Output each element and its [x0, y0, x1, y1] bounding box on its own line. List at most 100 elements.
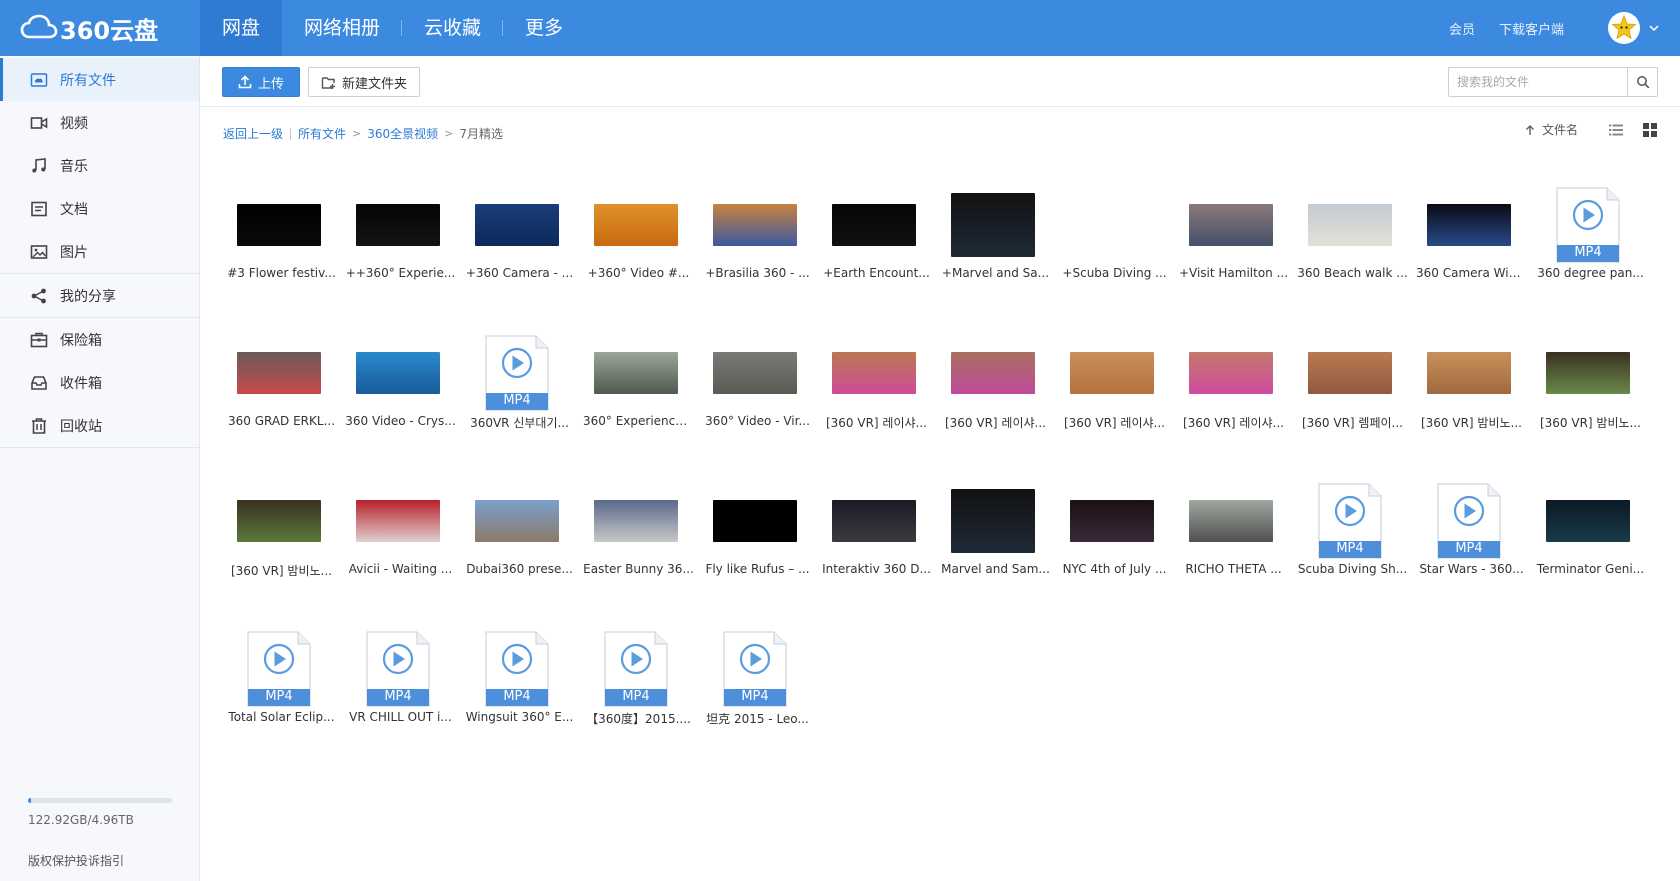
sidebar-item-music[interactable]: 音乐 — [0, 144, 199, 187]
file-item[interactable]: [360 VR] 레이샤... — [936, 308, 1055, 456]
file-name: Terminator Geni... — [1536, 562, 1645, 576]
sidebar-item-videos[interactable]: 视频 — [0, 101, 199, 144]
sort-view-controls: 文件名 — [1524, 121, 1658, 138]
file-item[interactable]: [360 VR] 레이샤... — [1174, 308, 1293, 456]
file-name: +Brasilia 360 - ... — [705, 266, 810, 280]
file-thumbnail — [1069, 182, 1155, 268]
file-name: [360 VR] 렘페이... — [1301, 416, 1403, 430]
sidebar-item-documents[interactable]: 文档 — [0, 187, 199, 230]
video-thumbnail-image — [832, 500, 916, 542]
video-thumbnail-image — [1189, 204, 1273, 246]
file-item[interactable]: 360 Video - Crys... — [341, 308, 460, 456]
video-thumbnail-image — [356, 500, 440, 542]
file-item[interactable]: +Earth Encount... — [817, 160, 936, 308]
file-item[interactable]: Marvel and Sam... — [936, 456, 1055, 604]
file-item[interactable]: MP4 360 degree pan... — [1531, 160, 1650, 308]
breadcrumb-chevron-icon: > — [444, 127, 454, 140]
file-item[interactable]: +Brasilia 360 - ... — [698, 160, 817, 308]
file-item[interactable]: +Scuba Diving ... — [1055, 160, 1174, 308]
storage-text: 122.92GB/4.96TB — [28, 813, 134, 827]
file-thumbnail — [474, 478, 560, 564]
breadcrumb-current: 7月精选 — [459, 127, 504, 141]
sidebar-item-my-shares[interactable]: 我的分享 — [0, 274, 199, 317]
top-nav-item[interactable]: 网络相册 — [282, 0, 403, 56]
file-item[interactable]: 360 Camera Win... — [1412, 160, 1531, 308]
top-nav-item[interactable]: 云收藏 — [402, 0, 504, 56]
avatar[interactable] — [1608, 12, 1640, 44]
file-name: 360 Beach walk ... — [1297, 266, 1408, 280]
sidebar-item-recycle-bin[interactable]: 回收站 — [0, 404, 199, 447]
file-item[interactable]: MP4 Star Wars - 360... — [1412, 456, 1531, 604]
file-item[interactable]: +Visit Hamilton ... — [1174, 160, 1293, 308]
file-item[interactable]: +360° Video #... — [579, 160, 698, 308]
safe-box-icon — [30, 331, 48, 349]
file-item[interactable]: [360 VR] 밤비노... — [1412, 308, 1531, 456]
file-name: +Earth Encount... — [823, 266, 930, 280]
search-button[interactable] — [1627, 68, 1657, 96]
sidebar-item-images[interactable]: 图片 — [0, 230, 199, 273]
file-name: 360° Video - Vir... — [705, 414, 810, 428]
sidebar-item-inbox[interactable]: 收件箱 — [0, 361, 199, 404]
download-client-link[interactable]: 下载客户端 — [1499, 19, 1564, 38]
file-item[interactable]: MP4 【360度】2015.... — [579, 604, 698, 752]
file-item[interactable]: MP4 Wingsuit 360° E... — [460, 604, 579, 752]
top-nav-item[interactable]: 网盘 — [200, 0, 283, 56]
breadcrumb-back-link[interactable]: 返回上一级 — [223, 125, 283, 142]
file-item[interactable]: ++360° Experie... — [341, 160, 460, 308]
file-item[interactable]: MP4 坦克 2015 - Leo... — [698, 604, 817, 752]
file-item[interactable]: 360 GRAD ERKL... — [222, 308, 341, 456]
file-item[interactable]: [360 VR] 렘페이... — [1293, 308, 1412, 456]
grid-view-button[interactable] — [1642, 122, 1658, 138]
toolbar: 上传 新建文件夹 — [200, 56, 1680, 107]
video-thumbnail-image — [594, 500, 678, 542]
file-item[interactable]: [360 VR] 레이샤... — [817, 308, 936, 456]
search-input[interactable] — [1449, 68, 1627, 96]
file-item[interactable]: 360° Experience... — [579, 308, 698, 456]
breadcrumb-item-all-files[interactable]: 所有文件 — [298, 125, 346, 142]
sidebar-divider — [0, 447, 199, 448]
file-item[interactable]: Fly like Rufus – ... — [698, 456, 817, 604]
file-item[interactable]: 360° Video - Vir... — [698, 308, 817, 456]
sidebar-item-safe-box[interactable]: 保险箱 — [0, 318, 199, 361]
file-item[interactable]: +Marvel and Sa... — [936, 160, 1055, 308]
file-thumbnail: MP4 — [474, 330, 560, 416]
copyright-complaint-link[interactable]: 版权保护投诉指引 — [28, 852, 124, 869]
file-item[interactable]: Terminator Geni... — [1531, 456, 1650, 604]
file-item[interactable]: RICHO THETA ... — [1174, 456, 1293, 604]
sidebar-item-all-files[interactable]: 所有文件 — [0, 58, 199, 101]
breadcrumb-item-360-videos[interactable]: 360全景视频 — [367, 125, 438, 142]
file-item[interactable]: NYC 4th of July ... — [1055, 456, 1174, 604]
app-logo[interactable]: 360云盘 — [20, 12, 158, 45]
mp4-file-icon: MP4 — [603, 631, 669, 707]
upload-button[interactable]: 上传 — [222, 67, 300, 97]
file-name: +Visit Hamilton ... — [1178, 266, 1289, 280]
file-item[interactable]: #3 Flower festiv... — [222, 160, 341, 308]
file-name: +360° Video #... — [587, 266, 690, 280]
list-view-button[interactable] — [1608, 122, 1624, 138]
file-item[interactable]: [360 VR] 밤비노... — [222, 456, 341, 604]
file-item[interactable]: +360 Camera - ... — [460, 160, 579, 308]
file-name: 【360度】2015.... — [586, 712, 691, 726]
storage-usage: 122.92GB/4.96TB — [28, 798, 172, 827]
file-item[interactable]: Avicii - Waiting ... — [341, 456, 460, 604]
new-folder-button[interactable]: 新建文件夹 — [308, 67, 420, 97]
file-item[interactable]: [360 VR] 레이샤... — [1055, 308, 1174, 456]
file-item[interactable]: Dubai360 prese... — [460, 456, 579, 604]
storage-progress-bar — [28, 798, 172, 803]
file-item[interactable]: Interaktiv 360 D... — [817, 456, 936, 604]
file-item[interactable]: MP4 360VR 신부대기... — [460, 308, 579, 456]
file-item[interactable]: MP4 Total Solar Eclip... — [222, 604, 341, 752]
chevron-down-icon[interactable] — [1648, 22, 1660, 34]
sort-by-name-button[interactable]: 文件名 — [1524, 121, 1578, 138]
file-item[interactable]: Easter Bunny 36... — [579, 456, 698, 604]
new-folder-icon — [321, 76, 335, 89]
top-nav-item[interactable]: 更多 — [503, 0, 585, 56]
trash-icon — [30, 417, 48, 435]
file-item[interactable]: [360 VR] 밤비노... — [1531, 308, 1650, 456]
file-item[interactable]: MP4 VR CHILL OUT i... — [341, 604, 460, 752]
member-link[interactable]: 会员 — [1449, 19, 1475, 38]
file-name: Star Wars - 360... — [1419, 562, 1524, 576]
file-item[interactable]: 360 Beach walk ... — [1293, 160, 1412, 308]
file-name: VR CHILL OUT i... — [349, 710, 452, 724]
file-item[interactable]: MP4 Scuba Diving Sh... — [1293, 456, 1412, 604]
